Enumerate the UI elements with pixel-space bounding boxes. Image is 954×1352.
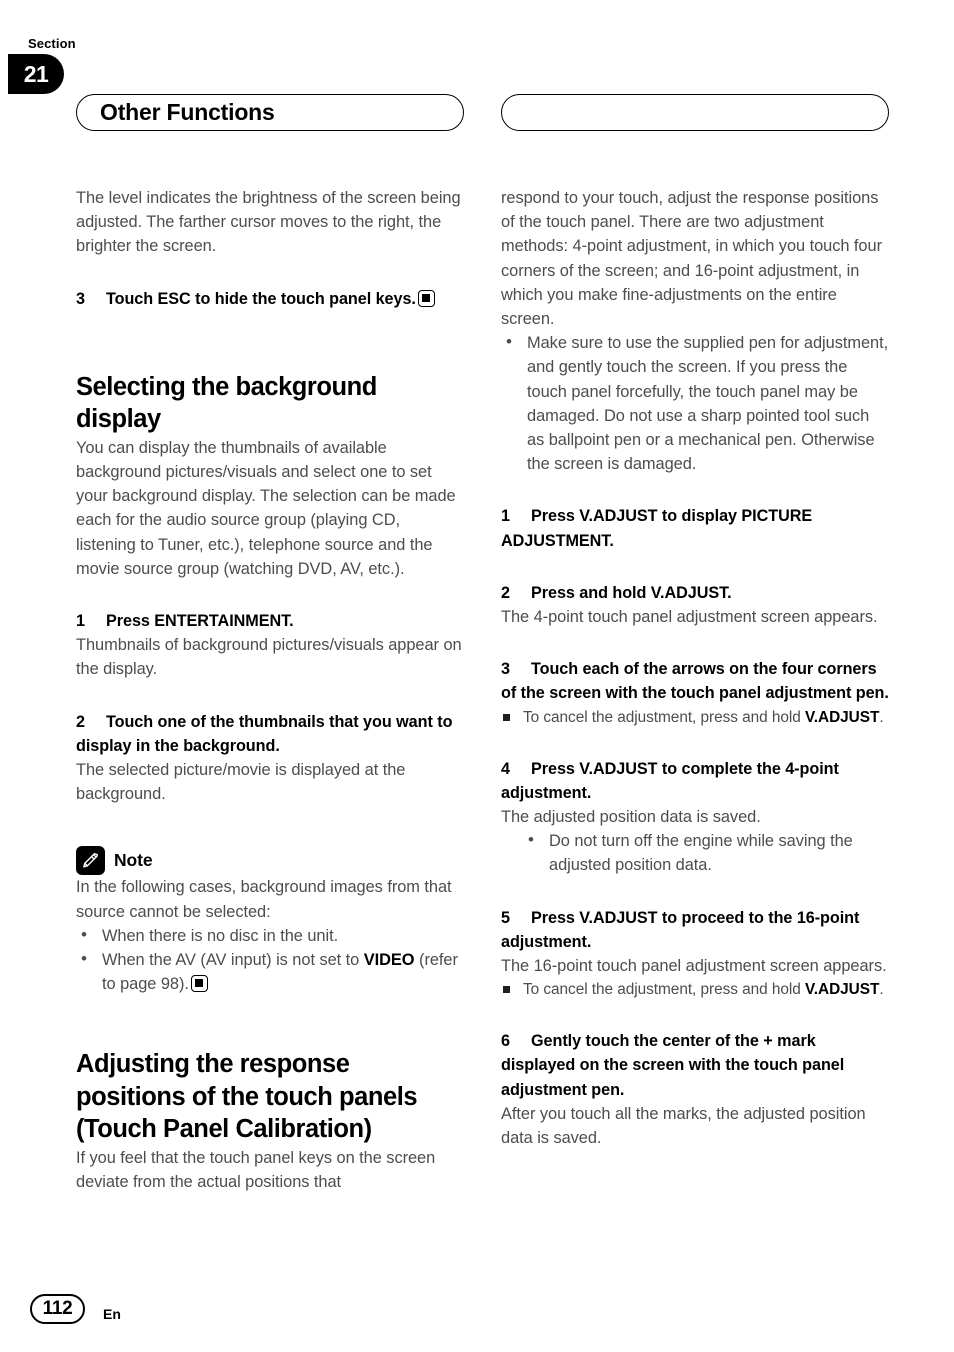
- list-item: When there is no disc in the unit.: [76, 923, 464, 948]
- heading-touch-panel-calibration: Adjusting the response positions of the …: [76, 1050, 418, 1144]
- left-step-1: 1 Press ENTERTAINMENT.: [76, 609, 464, 633]
- right-step-5: 5 Press V.ADJUST to proceed to the 16-poi…: [501, 906, 889, 954]
- note-bullet-list: When there is no disc in the unit. When …: [76, 923, 464, 997]
- intro-paragraph: The level indicates the brightness of th…: [76, 189, 461, 256]
- pencil-icon: [76, 846, 105, 876]
- bullet-bold-term: VIDEO: [363, 951, 415, 970]
- subnote-text: To cancel the adjustment, press and hold: [523, 708, 805, 726]
- right-step-6-body: After you touch all the marks, the adjus…: [501, 1104, 866, 1148]
- section-label: Section: [28, 36, 76, 51]
- heading-selecting-background: Selecting the background display: [76, 372, 377, 434]
- step-text: Press V.ADJUST to display PICTURE ADJUST…: [501, 507, 813, 550]
- page-footer: 112 En: [30, 1294, 121, 1324]
- section-title-pill: Other Functions: [76, 94, 464, 131]
- end-of-section-marker: [190, 975, 208, 993]
- calibration-paragraph: If you feel that the touch panel keys on…: [76, 1148, 436, 1192]
- step-text: Press and hold V.ADJUST.: [531, 583, 732, 602]
- list-item: To cancel the adjustment, press and hold…: [501, 978, 889, 1001]
- step-text: Press ENTERTAINMENT.: [106, 612, 294, 631]
- step-text: Touch ESC to hide the touch panel keys.: [106, 289, 416, 308]
- right-step-3-subnotes: To cancel the adjustment, press and hold…: [501, 706, 889, 729]
- left-step-2: 2 Touch one of the thumbnails that you wa…: [76, 710, 464, 758]
- right-step-6: 6 Gently touch the center of the + mark d…: [501, 1029, 889, 1102]
- subnote-tail: .: [879, 708, 884, 726]
- right-step-4-body: The adjusted position data is saved.: [501, 808, 761, 827]
- page-number: 112: [30, 1294, 85, 1324]
- step-number: 3: [501, 660, 510, 679]
- right-step-2-body: The 4-point touch panel adjustment scree…: [501, 608, 878, 627]
- right-column: respond to your touch, adjust the respon…: [501, 186, 889, 1150]
- list-item: Make sure to use the supplied pen for ad…: [501, 330, 889, 476]
- left-step-1-body: Thumbnails of background pictures/visual…: [76, 636, 462, 679]
- left-column: The level indicates the brightness of th…: [76, 186, 464, 1194]
- subnote-tail: .: [879, 981, 884, 999]
- note-intro: In the following cases, background image…: [76, 878, 452, 921]
- step-number: 4: [501, 759, 510, 778]
- right-step-1: 1 Press V.ADJUST to display PICTURE ADJUS…: [501, 504, 889, 552]
- note-header: Note: [76, 846, 464, 876]
- warning-bullet-list: Make sure to use the supplied pen for ad…: [501, 330, 889, 476]
- list-item: Do not turn off the engine while saving …: [501, 828, 889, 877]
- continued-paragraph: respond to your touch, adjust the respon…: [501, 189, 882, 329]
- right-step-3: 3 Touch each of the arrows on the four co…: [501, 657, 889, 705]
- subnote-bold-term: V.ADJUST: [805, 981, 880, 999]
- section-number-tab: 21: [8, 54, 64, 94]
- step-number: 2: [501, 583, 510, 602]
- left-step-2-body: The selected picture/movie is displayed …: [76, 761, 406, 804]
- step-text: Press V.ADJUST to complete the 4-point a…: [501, 759, 839, 802]
- note-title: Note: [114, 850, 153, 871]
- background-paragraph: You can display the thumbnails of availa…: [76, 438, 456, 578]
- step-number: 6: [501, 1032, 510, 1051]
- language-code: En: [103, 1306, 121, 1322]
- step-number: 1: [501, 507, 510, 526]
- step-number: 5: [501, 908, 510, 927]
- page-title: Other Functions: [100, 99, 275, 125]
- right-step-4-bullets: Do not turn off the engine while saving …: [501, 828, 889, 877]
- step-number: 2: [76, 712, 85, 731]
- end-of-section-marker: [417, 289, 435, 307]
- list-item: To cancel the adjustment, press and hold…: [501, 706, 889, 729]
- right-step-4: 4 Press V.ADJUST to complete the 4-point …: [501, 757, 889, 805]
- page-header: Section 21 Other Functions: [0, 36, 954, 131]
- bullet-text: When the AV (AV input) is not set to: [102, 951, 364, 970]
- right-step-5-subnotes: To cancel the adjustment, press and hold…: [501, 978, 889, 1001]
- step-text: Press V.ADJUST to proceed to the 16-poin…: [501, 908, 860, 951]
- step-number: 3: [76, 289, 85, 308]
- list-item: When the AV (AV input) is not set to VID…: [76, 947, 464, 996]
- step-text: Gently touch the center of the + mark di…: [501, 1032, 845, 1099]
- subnote-text: To cancel the adjustment, press and hold: [523, 981, 805, 999]
- right-header-pill: [501, 94, 889, 131]
- right-step-5-body: The 16-point touch panel adjustment scre…: [501, 957, 887, 976]
- right-step-2: 2 Press and hold V.ADJUST.: [501, 581, 889, 605]
- left-step-3: 3 Touch ESC to hide the touch panel keys.: [76, 287, 464, 311]
- step-number: 1: [76, 612, 85, 631]
- step-text: Touch one of the thumbnails that you wan…: [76, 712, 453, 755]
- step-text: Touch each of the arrows on the four cor…: [501, 660, 889, 703]
- subnote-bold-term: V.ADJUST: [805, 708, 880, 726]
- manual-page: Section 21 Other Functions The level ind…: [0, 0, 954, 1352]
